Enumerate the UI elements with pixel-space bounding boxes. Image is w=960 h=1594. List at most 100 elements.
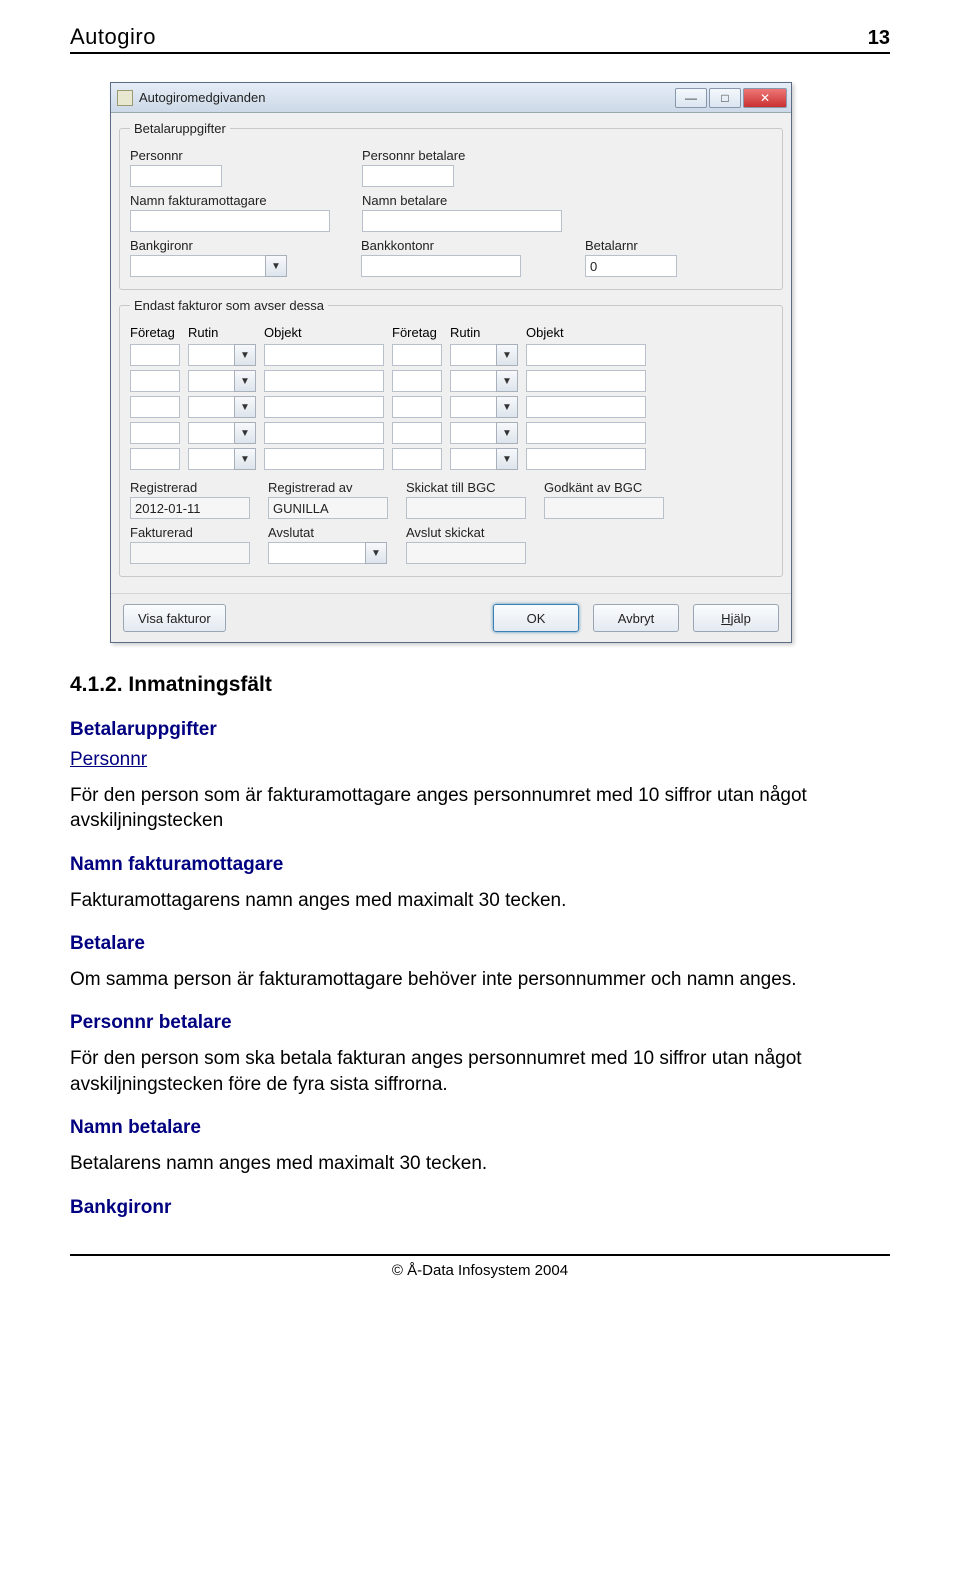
hjalp-button[interactable]: Hjälp (693, 604, 779, 632)
cell-foretag[interactable] (392, 396, 442, 418)
chevron-down-icon[interactable]: ▼ (234, 344, 256, 366)
cell-foretag[interactable] (130, 396, 180, 418)
input-personnr[interactable] (130, 165, 222, 187)
para: Om samma person är fakturamottagare behö… (70, 967, 890, 993)
sub-betalaruppgifter: Betalaruppgifter (70, 717, 890, 743)
minimize-button[interactable]: — (675, 88, 707, 108)
cell-objekt[interactable] (526, 370, 646, 392)
cell-objekt[interactable] (526, 422, 646, 444)
input-registrerad (130, 497, 250, 519)
cell-foretag[interactable] (392, 370, 442, 392)
cell-rutin[interactable] (450, 370, 497, 392)
chevron-down-icon[interactable]: ▼ (496, 344, 518, 366)
chevron-down-icon[interactable]: ▼ (496, 448, 518, 470)
cell-rutin[interactable] (188, 370, 235, 392)
header-title: Autogiro (70, 24, 156, 50)
input-betalarnr[interactable] (585, 255, 677, 277)
bankgironr-dropdown-icon[interactable]: ▼ (265, 255, 287, 277)
table-row: ▼ ▼ (130, 422, 772, 444)
cell-objekt[interactable] (264, 370, 384, 392)
table-row: ▼ ▼ (130, 344, 772, 366)
label-betalarnr: Betalarnr (585, 238, 677, 253)
input-avslutat[interactable] (268, 542, 366, 564)
input-personnr-betalare[interactable] (362, 165, 454, 187)
para: Fakturamottagarens namn anges med maxima… (70, 888, 890, 914)
col-objekt: Objekt (264, 325, 384, 340)
input-bankkontonr[interactable] (361, 255, 521, 277)
table-row: ▼ ▼ (130, 370, 772, 392)
label-registrerad-av: Registrerad av (268, 480, 388, 495)
col-foretag: Företag (130, 325, 180, 340)
rest: jälp (731, 611, 751, 626)
cell-objekt[interactable] (264, 422, 384, 444)
col-foretag: Företag (392, 325, 442, 340)
cell-objekt[interactable] (264, 396, 384, 418)
close-button[interactable]: ✕ (743, 88, 787, 108)
mnemonic: H (721, 611, 730, 626)
input-namn-fakturamottagare[interactable] (130, 210, 330, 232)
cell-foretag[interactable] (392, 344, 442, 366)
cell-objekt[interactable] (264, 344, 384, 366)
label-fakturerad: Fakturerad (130, 525, 250, 540)
chevron-down-icon[interactable]: ▼ (496, 370, 518, 392)
group-betalaruppgifter: Betalaruppgifter Personnr Personnr betal… (119, 121, 783, 290)
visa-fakturor-button[interactable]: Visa fakturor (123, 604, 226, 632)
grid-header: Företag Rutin Objekt Företag Rutin Objek… (130, 325, 772, 340)
cell-rutin[interactable] (450, 344, 497, 366)
cell-rutin[interactable] (188, 396, 235, 418)
cell-foretag[interactable] (130, 422, 180, 444)
cell-foretag[interactable] (392, 448, 442, 470)
sub-betalare: Betalare (70, 931, 890, 957)
para: För den person som är fakturamottagare a… (70, 783, 890, 834)
cell-foretag[interactable] (130, 448, 180, 470)
input-namn-betalare[interactable] (362, 210, 562, 232)
label-avslut-skickat: Avslut skickat (406, 525, 526, 540)
label-namn-betalare: Namn betalare (362, 193, 562, 208)
col-objekt: Objekt (526, 325, 646, 340)
cell-foretag[interactable] (130, 344, 180, 366)
chevron-down-icon[interactable]: ▼ (234, 448, 256, 470)
chevron-down-icon[interactable]: ▼ (365, 542, 387, 564)
cell-foretag[interactable] (392, 422, 442, 444)
sub-namn-fakturamottagare: Namn fakturamottagare (70, 852, 890, 878)
cell-rutin[interactable] (450, 448, 497, 470)
para: Betalarens namn anges med maximalt 30 te… (70, 1151, 890, 1177)
cell-rutin[interactable] (450, 396, 497, 418)
cell-rutin[interactable] (188, 422, 235, 444)
sub-personnr: Personnr (70, 747, 890, 773)
chevron-down-icon[interactable]: ▼ (234, 422, 256, 444)
sub-personnr-betalare: Personnr betalare (70, 1010, 890, 1036)
chevron-down-icon[interactable]: ▼ (234, 396, 256, 418)
dialog-window: Autogiromedgivanden — □ ✕ Betalaruppgift… (110, 82, 792, 643)
input-skickat-bgc (406, 497, 526, 519)
chevron-down-icon[interactable]: ▼ (496, 396, 518, 418)
cell-objekt[interactable] (526, 448, 646, 470)
para: För den person som ska betala fakturan a… (70, 1046, 890, 1097)
input-bankgironr[interactable] (130, 255, 266, 277)
app-icon (117, 90, 133, 106)
window-title: Autogiromedgivanden (139, 90, 265, 105)
heading-inmatningsfalt: 4.1.2. Inmatningsfält (70, 671, 890, 699)
cell-rutin[interactable] (188, 344, 235, 366)
button-bar: Visa fakturor OK Avbryt Hjälp (111, 593, 791, 642)
titlebar: Autogiromedgivanden — □ ✕ (111, 83, 791, 113)
chevron-down-icon[interactable]: ▼ (234, 370, 256, 392)
cell-objekt[interactable] (526, 396, 646, 418)
label-skickat-bgc: Skickat till BGC (406, 480, 526, 495)
ok-button[interactable]: OK (493, 604, 579, 632)
label-godkant-bgc: Godkänt av BGC (544, 480, 664, 495)
avbryt-button[interactable]: Avbryt (593, 604, 679, 632)
footer-copyright: © Å-Data Infosystem 2004 (392, 1262, 568, 1279)
label-personnr: Personnr (130, 148, 222, 163)
cell-objekt[interactable] (526, 344, 646, 366)
label-bankgironr: Bankgironr (130, 238, 287, 253)
sub-bankgironr: Bankgironr (70, 1195, 890, 1221)
input-registrerad-av (268, 497, 388, 519)
input-avslut-skickat (406, 542, 526, 564)
cell-rutin[interactable] (450, 422, 497, 444)
chevron-down-icon[interactable]: ▼ (496, 422, 518, 444)
cell-foretag[interactable] (130, 370, 180, 392)
cell-objekt[interactable] (264, 448, 384, 470)
maximize-button[interactable]: □ (709, 88, 741, 108)
cell-rutin[interactable] (188, 448, 235, 470)
